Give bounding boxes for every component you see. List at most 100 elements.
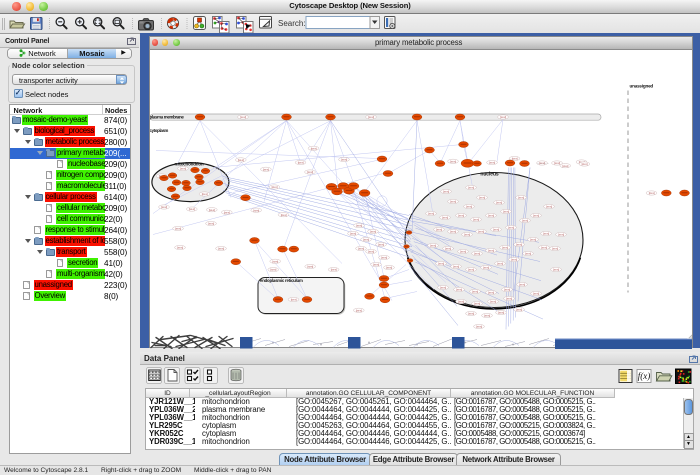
svg-text:[xx-x]: [xx-x]: [474, 251, 480, 255]
svg-text:[xx-x]: [xx-x]: [552, 246, 558, 250]
svg-text:[xx-x]: [xx-x]: [307, 264, 313, 268]
svg-text:[xx-x]: [xx-x]: [311, 146, 317, 150]
svg-text:[xx-x]: [xx-x]: [180, 166, 186, 170]
svg-text:[xx-x]: [xx-x]: [508, 225, 514, 229]
svg-text:[xx-x]: [xx-x]: [484, 313, 490, 317]
svg-text:[xx-x]: [xx-x]: [504, 287, 510, 291]
svg-text:[xx-x]: [xx-x]: [460, 249, 466, 253]
svg-text:[xx-x]: [xx-x]: [253, 208, 259, 212]
svg-text:[xx-x]: [xx-x]: [458, 299, 464, 303]
svg-text:plasma membrane: plasma membrane: [150, 114, 184, 119]
svg-text:[xx-x]: [xx-x]: [209, 207, 215, 211]
svg-text:[xx-x]: [xx-x]: [456, 287, 462, 291]
svg-text:[xx-x]: [xx-x]: [189, 207, 195, 211]
svg-text:[xx-x]: [xx-x]: [368, 249, 374, 253]
svg-text:[xx-x]: [xx-x]: [473, 217, 479, 221]
svg-text:[xx-x]: [xx-x]: [271, 267, 277, 271]
svg-text:[xx-x]: [xx-x]: [438, 261, 444, 265]
svg-text:[xx-x]: [xx-x]: [558, 232, 564, 236]
svg-text:mitochondrion: mitochondrion: [175, 161, 204, 166]
svg-text:[xx-x]: [xx-x]: [263, 167, 269, 171]
svg-text:[xx-x]: [xx-x]: [464, 232, 470, 236]
svg-text:[xx-x]: [xx-x]: [497, 261, 503, 265]
svg-text:[xx-x]: [xx-x]: [476, 324, 482, 328]
svg-text:[xx-x]: [xx-x]: [450, 159, 456, 163]
svg-text:[xx-x]: [xx-x]: [356, 308, 362, 312]
svg-text:[xx-x]: [xx-x]: [436, 227, 442, 231]
svg-text:[xx-x]: [xx-x]: [503, 209, 509, 213]
svg-text:[xx-x]: [xx-x]: [298, 160, 304, 164]
svg-text:[xx-x]: [xx-x]: [358, 246, 364, 250]
svg-text:[xx-x]: [xx-x]: [307, 170, 313, 174]
svg-text:[xx-x]: [xx-x]: [546, 204, 552, 208]
svg-text:nucleus: nucleus: [480, 171, 499, 177]
svg-text:[xx-x]: [xx-x]: [356, 223, 362, 227]
svg-text:[xx-x]: [xx-x]: [440, 285, 446, 289]
svg-text:[xx-x]: [xx-x]: [516, 242, 522, 246]
svg-text:[xx-x]: [xx-x]: [490, 299, 496, 303]
svg-text:[xx-x]: [xx-x]: [474, 301, 480, 305]
svg-text:[xx-x]: [xx-x]: [208, 221, 214, 225]
svg-text:[xx-x]: [xx-x]: [500, 115, 506, 119]
svg-text:[xx-x]: [xx-x]: [272, 185, 278, 189]
svg-text:[xx-x]: [xx-x]: [281, 212, 287, 216]
svg-text:[xx-x]: [xx-x]: [516, 307, 522, 311]
svg-text:[xx-x]: [xx-x]: [533, 291, 539, 295]
svg-text:[xx-x]: [xx-x]: [177, 245, 183, 249]
svg-text:[xx-x]: [xx-x]: [428, 211, 434, 215]
svg-text:endoplasmic reticulum: endoplasmic reticulum: [260, 277, 303, 282]
svg-text:unassigned: unassigned: [630, 83, 654, 88]
svg-text:--- -- ---- --: --- -- ---- --: [537, 162, 549, 165]
svg-text:[xx-x]: [xx-x]: [272, 259, 278, 263]
svg-text:[xx-x]: [xx-x]: [533, 213, 539, 217]
svg-text:[xx-x]: [xx-x]: [161, 205, 167, 209]
svg-text:f(x): f(x): [638, 371, 651, 381]
svg-text:[xx-x]: [xx-x]: [488, 248, 494, 252]
svg-text:[xx-x]: [xx-x]: [363, 237, 369, 241]
svg-text:[xx-x]: [xx-x]: [458, 213, 464, 217]
svg-text:[xx-x]: [xx-x]: [518, 195, 524, 199]
svg-text:[xx-x]: [xx-x]: [472, 289, 478, 293]
svg-text:[xx-x]: [xx-x]: [468, 267, 474, 271]
svg-text:[xx-x]: [xx-x]: [502, 245, 508, 249]
svg-text:[xx-x]: [xx-x]: [553, 267, 559, 271]
svg-text:[xx-x]: [xx-x]: [468, 311, 474, 315]
svg-text:[xx-x]: [xx-x]: [341, 157, 347, 161]
svg-text:[xx-x]: [xx-x]: [483, 265, 489, 269]
svg-text:[xx-x]: [xx-x]: [331, 267, 337, 271]
svg-text:[xx-x]: [xx-x]: [224, 210, 230, 214]
svg-text:[xx-x]: [xx-x]: [511, 257, 517, 261]
svg-text:[xx-x]: [xx-x]: [238, 158, 244, 162]
svg-text:[xx-x]: [xx-x]: [453, 264, 459, 268]
svg-text:[xx-x]: [xx-x]: [530, 237, 536, 241]
svg-text:[xx-x]: [xx-x]: [468, 185, 474, 189]
svg-text:[xx-x]: [xx-x]: [373, 262, 379, 266]
svg-text:[xx-x]: [xx-x]: [368, 115, 374, 119]
svg-text:[xx-x]: [xx-x]: [466, 204, 472, 208]
svg-text:[xx-x]: [xx-x]: [175, 226, 181, 230]
svg-text:[xx-x]: [xx-x]: [443, 189, 449, 193]
svg-text:[xx-x]: [xx-x]: [498, 310, 504, 314]
svg-text:[xx-x]: [xx-x]: [512, 156, 518, 160]
svg-text:[xx-x]: [xx-x]: [450, 229, 456, 233]
svg-text:[xx-x]: [xx-x]: [582, 162, 588, 166]
svg-text:[xx-x]: [xx-x]: [525, 251, 531, 255]
svg-text:[xx-x]: [xx-x]: [478, 229, 484, 233]
svg-text:[xx-x]: [xx-x]: [202, 192, 208, 196]
svg-text:[xx-x]: [xx-x]: [506, 296, 512, 300]
svg-text:[xx-x]: [xx-x]: [554, 161, 560, 165]
svg-text:[xx-x]: [xx-x]: [563, 163, 569, 167]
svg-text:[xx-x]: [xx-x]: [493, 227, 499, 231]
svg-text:[xx-x]: [xx-x]: [381, 255, 387, 259]
svg-text:[xx-x]: [xx-x]: [541, 245, 547, 249]
svg-text:[xx-x]: [xx-x]: [489, 160, 495, 164]
svg-text:[xx-x]: [xx-x]: [386, 265, 392, 269]
svg-text:[xx-x]: [xx-x]: [378, 242, 384, 246]
svg-text:[xx-x]: [xx-x]: [488, 213, 494, 217]
svg-text:[xx-x]: [xx-x]: [649, 191, 655, 195]
svg-text:cytoplasm: cytoplasm: [150, 127, 169, 132]
svg-text:[xx-x]: [xx-x]: [522, 218, 528, 222]
svg-text:[xx-x]: [xx-x]: [543, 231, 549, 235]
svg-text:[xx-x]: [xx-x]: [479, 195, 485, 199]
svg-text:[xx-x]: [xx-x]: [218, 246, 224, 250]
